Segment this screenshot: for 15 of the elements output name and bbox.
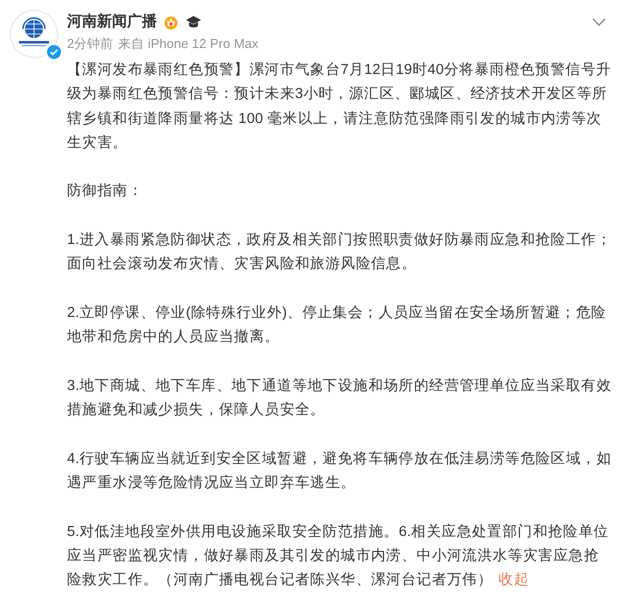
post-paragraph: 5.对低洼地段室外供用电设施采取安全防范措施。6.相关应急处置部门和抢险单位应当严密监视灾情，做好暴雨及其引发的城市内涝、中小河流洪水等灾害应急抢险救灾工作。（河南广播电视台记者陈兴华、漯河台记者万伟） 收起: [67, 522, 610, 590]
post-paragraph: 3.地下商城、地下车库、地下通道等地下设施和场所的经营管理单位应当采取有效措施避免和减少损失，保障人员安全。: [67, 376, 612, 420]
post-paragraph: 4.行驶车辆应当就近到安全区域暂避，避免将车辆停放在低洼易涝等危险区域，如遇严重水浸等危险情况应当立即弃车逃生。: [67, 450, 612, 494]
author-name[interactable]: 河南新闻广播: [67, 10, 157, 34]
post-paragraph: 【漯河发布暴雨红色预警】漯河市气象台7月12日19时40分将暴雨橙色预警信号升级为暴雨红色预警信号：预计未来3小时，源汇区、郾城区、经济技术开发区等所辖乡镇和街道降雨量将达 100 毫米以上，请注意防范强降雨引发的城市内涝等次生灾害。: [67, 60, 612, 153]
avatar-logo: [10, 10, 58, 58]
post-paragraph: 1.进入暴雨紧急防御状态，政府及相关部门按照职责做好防暴雨应急和抢险工作；面向社会滚动发布灾情、灾害风险和旅游风险信息。: [67, 230, 612, 274]
post-source: 来自 iPhone 12 Pro Max: [118, 35, 258, 53]
post-paragraph: 防御指南：: [67, 182, 144, 202]
graduation-cap-icon: [185, 14, 202, 30]
post-time[interactable]: 2分钟前: [67, 34, 114, 54]
post-paragraph: 2.立即停课、停业(除特殊行业外)、停止集会；人员应当留在安全场所暂避；危险地带和危房中的人员应当撤离。: [67, 304, 608, 348]
chevron-down-icon[interactable]: [592, 17, 606, 27]
crown-badge-icon: [163, 14, 179, 30]
collapse-link[interactable]: 收起: [498, 572, 530, 588]
